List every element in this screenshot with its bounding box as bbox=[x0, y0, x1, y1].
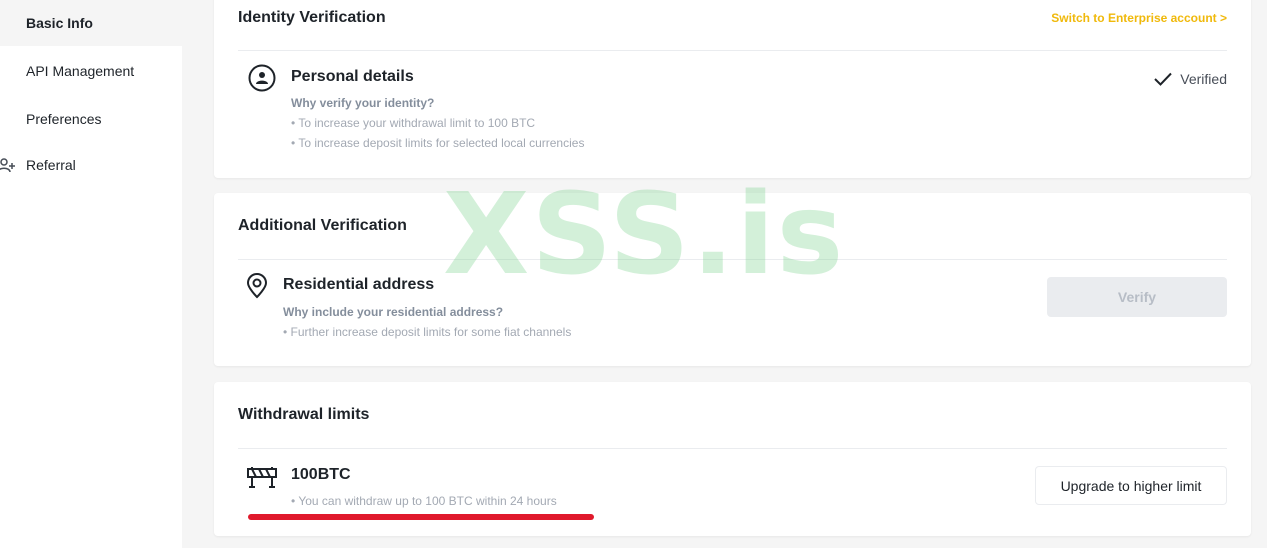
withdrawal-note: • You can withdraw up to 100 BTC within … bbox=[291, 494, 557, 508]
why-verify-question: Why verify your identity? bbox=[291, 96, 435, 110]
bullet-item: • Further increase deposit limits for so… bbox=[283, 325, 572, 339]
verified-label: Verified bbox=[1180, 71, 1227, 87]
barrier-icon bbox=[247, 467, 277, 488]
withdrawal-limit-value: 100BTC bbox=[291, 466, 351, 483]
red-underline-annotation bbox=[248, 514, 594, 520]
sidebar-item-api-management[interactable]: API Management bbox=[0, 48, 182, 94]
divider bbox=[238, 259, 1227, 260]
personal-details-title: Personal details bbox=[291, 68, 414, 85]
divider bbox=[238, 448, 1227, 449]
sidebar-item-basic-info[interactable]: Basic Info bbox=[0, 0, 182, 46]
sidebar-item-label: Referral bbox=[26, 157, 76, 173]
additional-verification-card: Additional Verification Residential addr… bbox=[214, 193, 1251, 366]
add-user-icon bbox=[0, 158, 15, 173]
switch-enterprise-link[interactable]: Switch to Enterprise account > bbox=[1051, 11, 1227, 25]
verify-button[interactable]: Verify bbox=[1047, 277, 1227, 317]
card-title: Additional Verification bbox=[238, 217, 407, 234]
sidebar: Basic Info API Management Preferences Re… bbox=[0, 0, 182, 548]
sidebar-item-preferences[interactable]: Preferences bbox=[0, 96, 182, 142]
identity-verification-card: Identity Verification Switch to Enterpri… bbox=[214, 0, 1251, 178]
sidebar-item-label: API Management bbox=[26, 63, 135, 79]
bullet-item: • To increase deposit limits for selecte… bbox=[291, 136, 585, 150]
card-title: Identity Verification bbox=[238, 9, 386, 26]
sidebar-item-label: Preferences bbox=[26, 111, 102, 127]
user-circle-icon bbox=[248, 64, 276, 92]
verified-status: Verified bbox=[1154, 71, 1227, 87]
location-pin-icon bbox=[246, 273, 268, 299]
residential-address-title: Residential address bbox=[283, 276, 435, 293]
card-title: Withdrawal limits bbox=[238, 406, 370, 423]
upgrade-limit-button[interactable]: Upgrade to higher limit bbox=[1035, 466, 1227, 505]
divider bbox=[238, 50, 1227, 51]
bullet-item: • To increase your withdrawal limit to 1… bbox=[291, 116, 536, 130]
sidebar-item-referral[interactable]: Referral bbox=[0, 142, 182, 188]
sidebar-item-label: Basic Info bbox=[26, 15, 93, 31]
checkmark-icon bbox=[1154, 72, 1173, 86]
why-residential-question: Why include your residential address? bbox=[283, 305, 504, 319]
withdrawal-limits-card: Withdrawal limits 100BTC • You can withd… bbox=[214, 382, 1251, 536]
